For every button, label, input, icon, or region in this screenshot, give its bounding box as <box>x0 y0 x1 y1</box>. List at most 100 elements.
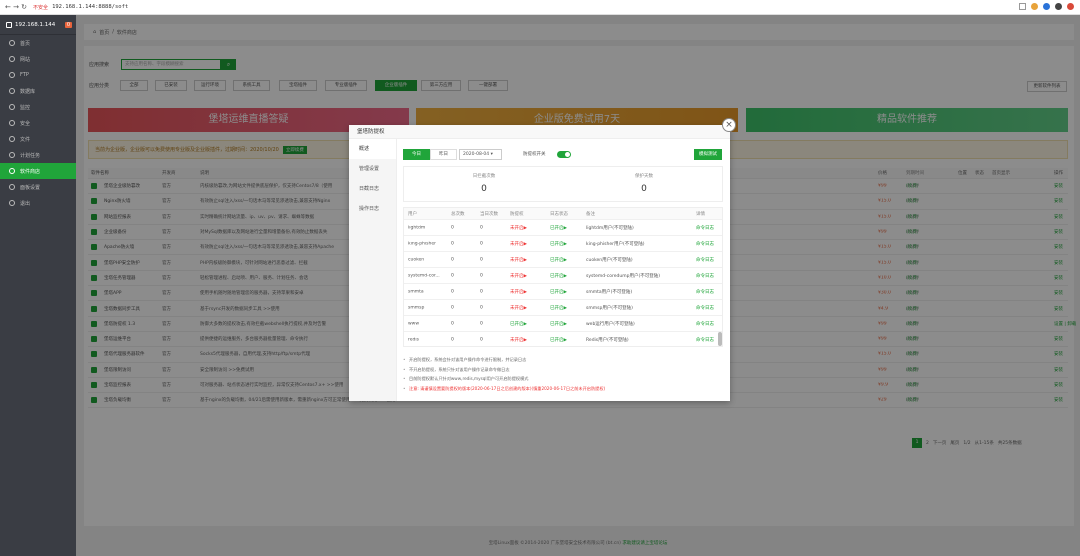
col-header-detail: 详情 <box>696 211 705 217</box>
modal-menu-operation-log[interactable]: 操作日志 <box>349 199 396 219</box>
modal-menu-overview[interactable]: 概述 <box>349 139 396 159</box>
table-row: cuoken 0 0 未开启▶ 已开启▶ cuoken用户(不可登陆) 命令日志 <box>404 252 722 268</box>
sidebar-item-logout[interactable]: 退出 <box>0 195 76 211</box>
log-status-toggle[interactable]: 已开启▶ <box>550 257 567 263</box>
stat-intercepts: 日拦截次数 0 <box>434 173 534 194</box>
sidebar-item-label: 文件 <box>20 136 31 143</box>
store-icon <box>9 168 15 174</box>
sidebar-item-ftp[interactable]: FTP <box>0 67 76 83</box>
user-note: web运行用户(不可登陆) <box>586 321 635 327</box>
protect-toggle[interactable] <box>557 151 571 158</box>
sidebar-item-label: 首页 <box>20 40 31 47</box>
protect-status-toggle[interactable]: 已开启▶ <box>510 321 527 327</box>
address-bar[interactable]: 192.168.1.144:8888/soft <box>52 4 128 10</box>
modal-table-header: 用户 总次数 当日次数 防提权 日志状态 备注 详情 <box>404 208 722 220</box>
protect-switch-label: 防提权开关 <box>523 152 546 157</box>
sidebar-item-settings[interactable]: 面板设置 <box>0 179 76 195</box>
note-item: 不开启防提权，系统只针对该用户操作记录命令做日志 <box>403 365 723 375</box>
sidebar-item-label: FTP <box>20 72 29 78</box>
sidebar-item-website[interactable]: 网站 <box>0 51 76 67</box>
user-note: smmsp用户(不可登陆) <box>586 305 633 311</box>
command-log-link[interactable]: 命令日志 <box>696 273 714 279</box>
extension-icon[interactable] <box>1043 3 1050 10</box>
command-log-link[interactable]: 命令日志 <box>696 257 714 263</box>
user-name: redis <box>408 337 419 342</box>
star-icon[interactable] <box>1019 3 1026 10</box>
user-note: lightdm用户(不可登陆) <box>586 225 634 231</box>
tab-today[interactable]: 今日 <box>403 149 430 160</box>
protect-status-toggle[interactable]: 未开启▶ <box>510 273 527 279</box>
user-name: king-phisher <box>408 241 436 246</box>
today-count: 0 <box>480 273 483 278</box>
stat-value: 0 <box>641 184 647 194</box>
logout-icon <box>9 200 15 206</box>
command-log-link[interactable]: 命令日志 <box>696 225 714 231</box>
clock-icon <box>9 152 15 158</box>
today-count: 0 <box>480 225 483 230</box>
user-note: king-phisher用户(不可登陆) <box>586 241 645 247</box>
user-name: lightdm <box>408 225 426 230</box>
note-warning: 注意: 请谨慎设置要防提权的版本(2020-06-17日之后创建的版本)(慎重2… <box>403 384 723 394</box>
protect-status-toggle[interactable]: 未开启▶ <box>510 337 527 343</box>
sidebar-item-home[interactable]: 首页 <box>0 35 76 51</box>
total-count: 0 <box>451 225 454 230</box>
table-row: smmsp 0 0 未开启▶ 已开启▶ smmsp用户(不可登陆) 命令日志 <box>404 300 722 316</box>
tab-yesterday[interactable]: 昨日 <box>430 149 457 160</box>
extension-icon[interactable] <box>1031 3 1038 10</box>
modal-menu-settings[interactable]: 管理设置 <box>349 159 396 179</box>
date-select[interactable]: 2020-08-04 ▾ <box>459 149 502 160</box>
protect-status-toggle[interactable]: 未开启▶ <box>510 241 527 247</box>
back-forward-reload-icons[interactable]: ← → ↻ <box>5 3 27 11</box>
modal-stats: 日拦截次数 0 保护天数 0 <box>403 166 723 202</box>
protect-status-toggle[interactable]: 未开启▶ <box>510 289 527 295</box>
profile-icon[interactable] <box>1067 3 1074 10</box>
folder-icon <box>9 136 15 142</box>
close-icon[interactable]: × <box>722 118 736 132</box>
modal-menu-intercept-log[interactable]: 日截日志 <box>349 179 396 199</box>
stat-value: 0 <box>481 184 487 194</box>
sidebar-item-database[interactable]: 数据库 <box>0 83 76 99</box>
monitor-icon <box>9 104 15 110</box>
table-row: smmta 0 0 未开启▶ 已开启▶ smmta用户(不可登陆) 命令日志 <box>404 284 722 300</box>
sidebar-item-security[interactable]: 安全 <box>0 115 76 131</box>
home-icon <box>9 40 15 46</box>
total-count: 0 <box>451 289 454 294</box>
sidebar-item-label: 安全 <box>20 120 31 127</box>
today-count: 0 <box>480 241 483 246</box>
total-count: 0 <box>451 305 454 310</box>
today-count: 0 <box>480 257 483 262</box>
log-status-toggle[interactable]: 已开启▶ <box>550 321 567 327</box>
sidebar: 192.168.1.144 0 首页 网站 FTP 数据库 监控 安全 文件 计… <box>0 15 76 556</box>
command-log-link[interactable]: 命令日志 <box>696 305 714 311</box>
command-log-link[interactable]: 命令日志 <box>696 321 714 327</box>
sidebar-item-monitor[interactable]: 监控 <box>0 99 76 115</box>
col-header-today: 当日次数 <box>480 211 498 217</box>
command-log-link[interactable]: 命令日志 <box>696 337 714 343</box>
user-note: smmta用户(不可登陆) <box>586 289 633 295</box>
log-status-toggle[interactable]: 已开启▶ <box>550 241 567 247</box>
scrollbar[interactable] <box>718 332 722 346</box>
protect-status-toggle[interactable]: 未开启▶ <box>510 257 527 263</box>
extension-icon[interactable] <box>1055 3 1062 10</box>
notification-badge[interactable]: 0 <box>64 21 72 28</box>
user-name: www <box>408 321 420 326</box>
command-log-link[interactable]: 命令日志 <box>696 241 714 247</box>
not-secure-badge[interactable]: 不安全 <box>33 4 48 11</box>
log-status-toggle[interactable]: 已开启▶ <box>550 305 567 311</box>
sidebar-item-software-store[interactable]: 软件商店 <box>0 163 76 179</box>
table-row: king-phisher 0 0 未开启▶ 已开启▶ king-phisher用户(不可登… <box>404 236 722 252</box>
modal-side-menu: 概述 管理设置 日截日志 操作日志 <box>349 139 397 401</box>
protect-status-toggle[interactable]: 未开启▶ <box>510 305 527 311</box>
sidebar-item-cron[interactable]: 计划任务 <box>0 147 76 163</box>
command-log-link[interactable]: 命令日志 <box>696 289 714 295</box>
log-status-toggle[interactable]: 已开启▶ <box>550 225 567 231</box>
log-status-toggle[interactable]: 已开启▶ <box>550 289 567 295</box>
log-status-toggle[interactable]: 已开启▶ <box>550 273 567 279</box>
simulate-test-button[interactable]: 模拟测试 <box>694 149 722 160</box>
total-count: 0 <box>451 241 454 246</box>
protect-status-toggle[interactable]: 未开启▶ <box>510 225 527 231</box>
modal-day-tabs: 今日 昨日 <box>403 149 457 160</box>
user-name: smmsp <box>408 305 425 310</box>
sidebar-item-files[interactable]: 文件 <box>0 131 76 147</box>
log-status-toggle[interactable]: 已开启▶ <box>550 337 567 343</box>
